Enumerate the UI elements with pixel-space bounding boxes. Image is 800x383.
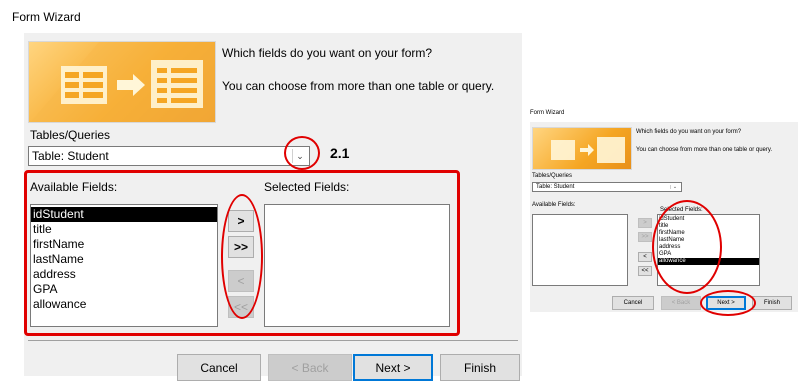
tables-queries-label: Tables/Queries bbox=[30, 128, 111, 142]
inset-tables-value: Table: Student bbox=[536, 184, 575, 190]
back-button[interactable]: < Back bbox=[268, 354, 352, 381]
selected-fields-label: Selected Fields: bbox=[264, 180, 350, 194]
tables-queries-dropdown[interactable]: Table: Student ⌄ bbox=[28, 146, 310, 166]
inset-remove-field-button[interactable]: < bbox=[638, 252, 652, 262]
inset-tables-dropdown[interactable]: Table: Student ⌄ bbox=[532, 182, 682, 192]
wizard-subtext: You can choose from more than one table … bbox=[222, 79, 495, 93]
window-title: Form Wizard bbox=[12, 10, 81, 24]
inset-add-all-button[interactable]: >> bbox=[638, 232, 652, 242]
divider bbox=[28, 340, 518, 341]
inset-tables-label: Tables/Queries bbox=[532, 173, 573, 179]
inset-available-list[interactable] bbox=[532, 214, 628, 286]
list-item[interactable]: allowance bbox=[31, 297, 217, 312]
inset-finish-button[interactable]: Finish bbox=[752, 296, 792, 310]
inset-available-label: Available Fields: bbox=[532, 202, 576, 208]
inset-next-annotation-oval bbox=[700, 290, 756, 316]
inset-back-button[interactable]: < Back bbox=[661, 296, 701, 310]
inset-question: Which fields do you want on your form? bbox=[636, 129, 742, 135]
available-fields-label: Available Fields: bbox=[30, 180, 118, 194]
annotation-label: 2.1 bbox=[330, 145, 350, 161]
chevron-down-icon[interactable]: ⌄ bbox=[670, 184, 679, 190]
list-item[interactable]: idStudent bbox=[31, 207, 217, 222]
annotation-circle-dropdown bbox=[284, 136, 320, 170]
annotation-oval-buttons bbox=[221, 194, 263, 319]
inset-window-title: Form Wizard bbox=[530, 110, 565, 116]
inset-annotation-oval bbox=[652, 200, 722, 294]
form-wizard-illustration-icon bbox=[551, 137, 625, 163]
wizard-banner-image bbox=[28, 41, 216, 123]
available-fields-list[interactable]: idStudent title firstName lastName addre… bbox=[30, 204, 218, 327]
next-button[interactable]: Next > bbox=[353, 354, 433, 381]
list-item[interactable]: title bbox=[31, 222, 217, 237]
wizard-question: Which fields do you want on your form? bbox=[222, 46, 433, 60]
finish-button[interactable]: Finish bbox=[440, 354, 520, 381]
cancel-button[interactable]: Cancel bbox=[177, 354, 261, 381]
list-item[interactable]: firstName bbox=[31, 237, 217, 252]
list-item[interactable]: address bbox=[31, 267, 217, 282]
list-item[interactable]: lastName bbox=[31, 252, 217, 267]
inset-cancel-button[interactable]: Cancel bbox=[612, 296, 654, 310]
inset-add-field-button[interactable]: > bbox=[638, 218, 652, 228]
form-wizard-illustration-icon bbox=[30, 42, 215, 122]
list-item[interactable]: GPA bbox=[31, 282, 217, 297]
inset-banner-image bbox=[532, 127, 632, 170]
inset-remove-all-button[interactable]: << bbox=[638, 266, 652, 276]
tables-queries-value: Table: Student bbox=[32, 149, 109, 163]
selected-fields-list[interactable] bbox=[264, 204, 450, 327]
inset-subtext: You can choose from more than one table … bbox=[636, 147, 773, 153]
